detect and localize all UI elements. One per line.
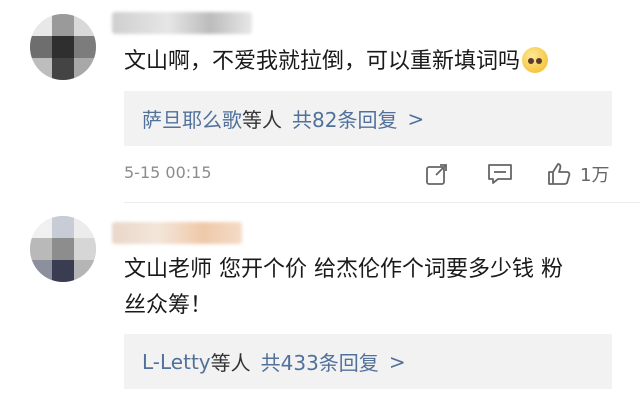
- avatar[interactable]: [30, 216, 96, 282]
- replies-summary[interactable]: 萨旦耶么歌 等人 共82条回复 >: [124, 91, 612, 146]
- reply-count[interactable]: 共433条回复: [261, 347, 379, 376]
- comment-text-line2: 丝众筹！: [124, 293, 213, 318]
- username-blurred[interactable]: [112, 12, 252, 34]
- reply-users[interactable]: L-Letty: [142, 350, 211, 374]
- divider: [124, 202, 640, 203]
- timestamp: 5-15 00:15: [124, 163, 212, 182]
- like-count: 1万: [580, 165, 610, 186]
- comment-button[interactable]: [486, 158, 514, 190]
- reply-suffix: 等人: [210, 351, 251, 375]
- reply-users[interactable]: 萨旦耶么歌: [142, 104, 242, 133]
- chevron-right-icon[interactable]: >: [389, 350, 406, 374]
- share-button[interactable]: [424, 158, 450, 190]
- avatar[interactable]: [30, 14, 96, 80]
- reply-count[interactable]: 共82条回复: [292, 104, 397, 133]
- comment-text-line1: 文山老师 您开个价 给杰伦作个词要多少钱 粉: [124, 257, 563, 282]
- comment-text: 文山啊，不爱我就拉倒，可以重新填词吗: [124, 44, 549, 80]
- share-icon: [426, 164, 447, 185]
- reply-suffix: 等人: [242, 108, 282, 132]
- comment-icon: [488, 164, 512, 184]
- thumbs-up-icon: [548, 163, 571, 185]
- like-button[interactable]: 1万: [546, 158, 609, 190]
- username-blurred[interactable]: [112, 222, 242, 244]
- comment-text: 文山老师 您开个价 给杰伦作个词要多少钱 粉 丝众筹！: [124, 252, 563, 324]
- comment-text-content: 文山啊，不爱我就拉倒，可以重新填词吗: [124, 49, 521, 74]
- replies-summary[interactable]: L-Letty 等人 共433条回复 >: [124, 334, 612, 389]
- chevron-right-icon[interactable]: >: [407, 107, 424, 131]
- pleading-face-icon: [522, 47, 549, 73]
